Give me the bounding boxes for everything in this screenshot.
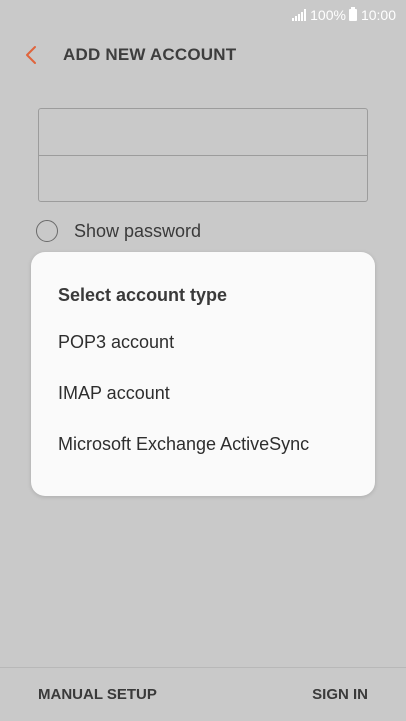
page-title: ADD NEW ACCOUNT <box>63 45 237 64</box>
chevron-left-icon <box>26 46 36 64</box>
option-exchange-activesync[interactable]: Microsoft Exchange ActiveSync <box>58 424 355 464</box>
back-button[interactable] <box>6 30 56 80</box>
status-bar: 100% 10:00 <box>0 0 406 30</box>
option-pop3-account[interactable]: POP3 account <box>58 322 355 362</box>
show-password-label: Show password <box>74 220 202 241</box>
email-field[interactable] <box>39 109 367 155</box>
dialog-title: Select account type <box>58 285 228 305</box>
manual-setup-button[interactable]: MANUAL SETUP <box>0 668 195 721</box>
option-imap-account[interactable]: IMAP account <box>58 373 355 413</box>
battery-percent: 100% <box>310 7 346 23</box>
show-password-radio[interactable] <box>36 220 58 242</box>
battery-icon <box>348 7 357 21</box>
account-type-dialog: Select account type POP3 account IMAP ac… <box>31 252 375 496</box>
show-password-option[interactable]: Show password <box>36 220 201 242</box>
bottom-bar: MANUAL SETUP SIGN IN <box>0 667 406 721</box>
app-bar: ADD NEW ACCOUNT <box>0 30 406 80</box>
signal-icon <box>292 9 307 21</box>
sign-in-button[interactable]: SIGN IN <box>292 668 406 721</box>
clock: 10:00 <box>360 7 396 23</box>
credentials-form <box>38 108 368 202</box>
password-field[interactable] <box>39 155 367 201</box>
